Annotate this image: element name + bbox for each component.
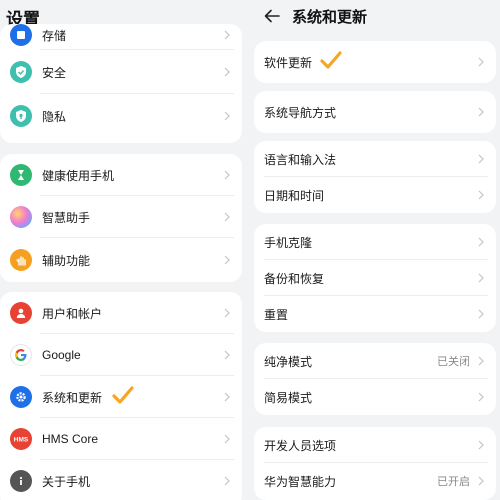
list-item-about-phone[interactable]: 关于手机 <box>0 460 242 500</box>
settings-group-language: 语言和输入法 日期和时间 <box>254 141 496 213</box>
list-item-label: 智慧助手 <box>42 210 91 225</box>
list-item-security[interactable]: 安全 <box>0 50 242 94</box>
shield-check-icon <box>10 61 32 83</box>
checkmark-icon <box>112 386 134 409</box>
chevron-right-icon <box>222 349 232 361</box>
chevron-right-icon <box>222 169 232 181</box>
back-arrow-icon[interactable] <box>262 6 282 26</box>
list-item-label: 辅助功能 <box>42 253 91 268</box>
list-item-label: 日期和时间 <box>264 188 325 203</box>
hms-icon: HMS <box>10 428 32 450</box>
settings-group-system: 用户和帐户 Google 系统和更新 HMS HMS Core 关于手机 <box>0 292 242 500</box>
gear-icon <box>10 386 32 408</box>
list-item-pure-mode[interactable]: 纯净模式 已关闭 <box>254 343 496 379</box>
list-item-date-time[interactable]: 日期和时间 <box>254 177 496 213</box>
hand-icon <box>10 249 32 271</box>
chevron-right-icon <box>476 236 486 248</box>
list-item-label: 隐私 <box>42 109 67 124</box>
chevron-right-icon <box>476 189 486 201</box>
chevron-right-icon <box>476 272 486 284</box>
list-item-label: 语言和输入法 <box>264 152 337 167</box>
list-item-label: 纯净模式 <box>264 354 313 369</box>
list-item-label: 用户和帐户 <box>42 306 103 321</box>
list-item-accessibility[interactable]: 辅助功能 <box>0 238 242 282</box>
list-item-simple-mode[interactable]: 简易模式 <box>254 379 496 415</box>
settings-group-backup: 手机克隆 备份和恢复 重置 <box>254 224 496 332</box>
checkmark-icon <box>320 51 342 74</box>
page-header: 系统和更新 <box>262 0 500 32</box>
chevron-right-icon <box>476 153 486 165</box>
chevron-right-icon <box>222 391 232 403</box>
list-item-label: 开发人员选项 <box>264 438 337 453</box>
list-item-label: 存储 <box>42 28 67 43</box>
page-title: 系统和更新 <box>292 8 368 26</box>
list-item-label: 简易模式 <box>264 390 313 405</box>
list-item-software-update[interactable]: 软件更新 <box>254 41 496 83</box>
list-item-phone-clone[interactable]: 手机克隆 <box>254 224 496 260</box>
list-item-users-accounts[interactable]: 用户和帐户 <box>0 292 242 334</box>
chevron-right-icon <box>476 475 486 487</box>
list-item-label: 关于手机 <box>42 474 91 489</box>
list-item-huawei-ai[interactable]: 华为智慧能力 已开启 <box>254 463 496 499</box>
chevron-right-icon <box>476 56 486 68</box>
settings-group-update: 软件更新 <box>254 41 496 83</box>
chevron-right-icon <box>476 391 486 403</box>
list-item-system-navigation[interactable]: 系统导航方式 <box>254 91 496 133</box>
status-value: 已关闭 <box>437 356 470 368</box>
list-item-digital-balance[interactable]: 健康使用手机 <box>0 154 242 196</box>
list-item-label: 软件更新 <box>264 55 313 70</box>
list-item-label: 安全 <box>42 65 67 80</box>
settings-group-modes: 纯净模式 已关闭 简易模式 <box>254 343 496 415</box>
chevron-right-icon <box>476 308 486 320</box>
chevron-right-icon <box>222 475 232 487</box>
privacy-shield-icon <box>10 105 32 127</box>
list-item-storage[interactable]: 存储 <box>0 24 242 50</box>
list-item-hms-core[interactable]: HMS HMS Core <box>0 418 242 460</box>
settings-pane: 设置 存储 安全 隐私 健康使用手机 智慧助手 辅助功能 用户和帐户 Googl… <box>0 0 250 500</box>
hourglass-icon <box>10 164 32 186</box>
list-item-language-input[interactable]: 语言和输入法 <box>254 141 496 177</box>
settings-group-assistance: 健康使用手机 智慧助手 辅助功能 <box>0 154 242 282</box>
list-item-assistant[interactable]: 智慧助手 <box>0 196 242 238</box>
list-item-label: 手机克隆 <box>264 235 313 250</box>
chevron-right-icon <box>222 29 232 41</box>
list-item-label: 华为智慧能力 <box>264 474 337 489</box>
list-item-system-update[interactable]: 系统和更新 <box>0 376 242 418</box>
list-item-label: 健康使用手机 <box>42 168 115 183</box>
status-value: 已开启 <box>437 476 470 488</box>
user-icon <box>10 302 32 324</box>
settings-group-navigation: 系统导航方式 <box>254 91 496 133</box>
chevron-right-icon <box>222 307 232 319</box>
chevron-right-icon <box>222 211 232 223</box>
settings-group-developer: 开发人员选项 华为智慧能力 已开启 <box>254 427 496 500</box>
list-item-reset[interactable]: 重置 <box>254 296 496 332</box>
chevron-right-icon <box>476 439 486 451</box>
list-item-label: 系统导航方式 <box>264 105 337 120</box>
list-item-google[interactable]: Google <box>0 334 242 376</box>
google-icon <box>10 344 32 366</box>
list-item-label: 备份和恢复 <box>264 271 325 286</box>
list-item-backup-restore[interactable]: 备份和恢复 <box>254 260 496 296</box>
chevron-right-icon <box>476 106 486 118</box>
settings-group-security: 存储 安全 隐私 <box>0 24 242 143</box>
list-item-privacy[interactable]: 隐私 <box>0 94 242 138</box>
assistant-orb-icon <box>10 206 32 228</box>
chevron-right-icon <box>222 254 232 266</box>
info-icon <box>10 470 32 492</box>
list-item-label: HMS Core <box>42 432 99 446</box>
storage-icon <box>10 24 32 46</box>
list-item-label: 重置 <box>264 307 289 322</box>
list-item-label: Google <box>42 348 81 362</box>
svg-text:HMS: HMS <box>14 437 29 444</box>
chevron-right-icon <box>476 355 486 367</box>
chevron-right-icon <box>222 110 232 122</box>
list-item-developer-options[interactable]: 开发人员选项 <box>254 427 496 463</box>
chevron-right-icon <box>222 66 232 78</box>
chevron-right-icon <box>222 433 232 445</box>
